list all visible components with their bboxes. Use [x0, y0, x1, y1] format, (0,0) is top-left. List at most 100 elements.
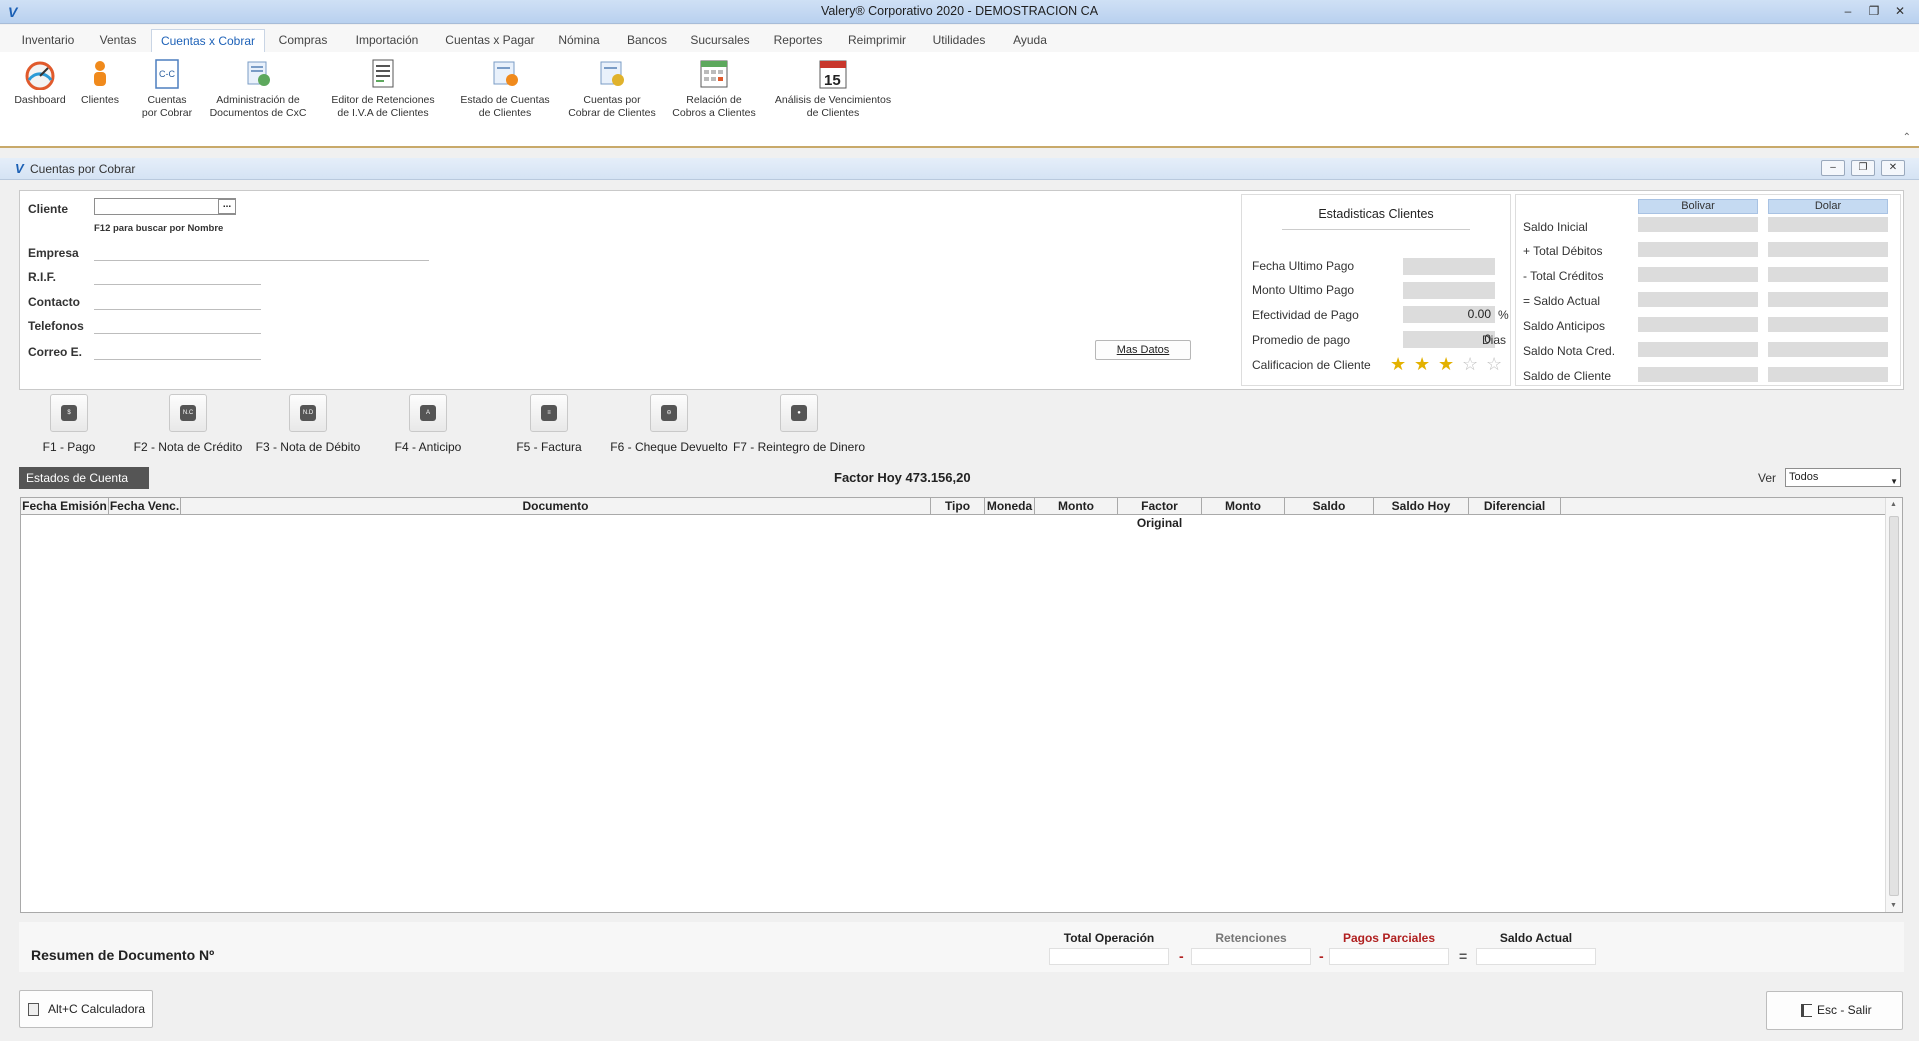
balance-row-label: Saldo Nota Cred.: [1523, 344, 1616, 358]
dolar-balance-cell: [1768, 242, 1888, 257]
column-header[interactable]: Fecha Venc.: [109, 498, 181, 515]
tab-ayuda[interactable]: Ayuda: [1004, 29, 1056, 52]
column-header[interactable]: Monto: [1202, 498, 1285, 515]
tab-nomina[interactable]: Nómina: [550, 29, 608, 52]
bolivar-balance-cell: [1638, 217, 1758, 232]
ver-select[interactable]: Todos ▼: [1785, 468, 1901, 487]
restore-icon[interactable]: ❐: [1851, 160, 1875, 176]
tab-estados-cuenta[interactable]: Estados de Cuenta: [19, 467, 149, 489]
svg-text:C-C: C-C: [159, 69, 175, 79]
tab-cuentas-x-pagar[interactable]: Cuentas x Pagar: [440, 29, 540, 52]
ribbon-cuentas-por-cobrar-button[interactable]: C-C Cuentas por Cobrar: [135, 58, 199, 120]
restore-icon[interactable]: ❐: [1863, 2, 1885, 20]
total-operacion-label: Total Operación: [1063, 931, 1155, 945]
client-search-button[interactable]: ...: [218, 199, 236, 214]
dolar-balance-cell: [1768, 317, 1888, 332]
child-window-bar: V Cuentas por Cobrar – ❐ ✕: [0, 158, 1919, 180]
monto-ultimo-pago-label: Monto Ultimo Pago: [1252, 283, 1355, 297]
column-header[interactable]: Saldo: [1285, 498, 1374, 515]
salir-button[interactable]: Esc - Salir: [1766, 991, 1903, 1030]
column-header[interactable]: Monto: [1035, 498, 1118, 515]
close-icon[interactable]: ✕: [1889, 2, 1911, 20]
function-label: F2 - Nota de Crédito: [133, 440, 243, 454]
factor-hoy: Factor Hoy 473.156,20: [834, 470, 971, 485]
ribbon-label: Relación de: [686, 94, 742, 106]
balance-row-label: + Total Débitos: [1523, 244, 1603, 258]
column-header[interactable]: Factor Original: [1118, 498, 1202, 530]
ribbon-analisis-vencimientos-button[interactable]: 15 Análisis de Vencimientos de Clientes: [770, 58, 896, 120]
column-header[interactable]: Moneda: [985, 498, 1035, 515]
column-header[interactable]: Tipo: [931, 498, 985, 515]
exit-door-icon: [1801, 1004, 1812, 1017]
tab-compras[interactable]: Compras: [272, 29, 334, 52]
tab-importacion[interactable]: Importación: [346, 29, 428, 52]
empresa-label: Empresa: [28, 246, 79, 260]
f5-factura-button[interactable]: ≡ F5 - Factura: [500, 394, 598, 454]
tab-reportes[interactable]: Reportes: [764, 29, 832, 52]
child-window-controls: – ❐ ✕: [1821, 160, 1905, 176]
ribbon-label: de I.V.A de Clientes: [337, 107, 429, 119]
f7-reintegro-button[interactable]: ● F7 - Reintegro de Dinero: [730, 394, 868, 454]
ribbon-collapse-icon[interactable]: ⌃: [1903, 132, 1911, 143]
ribbon-estado-cuentas-button[interactable]: Estado de Cuentas de Clientes: [455, 58, 555, 120]
tab-cuentas-x-cobrar[interactable]: Cuentas x Cobrar: [151, 29, 265, 52]
scroll-up-icon[interactable]: ▲: [1890, 501, 1897, 508]
ribbon-label: Administración de: [216, 94, 300, 106]
function-label: F4 - Anticipo: [394, 440, 462, 454]
bolivar-column-header: Bolivar: [1638, 199, 1758, 214]
f2-nota-credito-button[interactable]: N.C F2 - Nota de Crédito: [125, 394, 251, 454]
promedio-unit: Dias: [1482, 333, 1507, 347]
scroll-down-icon[interactable]: ▼: [1890, 902, 1897, 909]
column-header[interactable]: Fecha Emisión: [21, 498, 109, 515]
calculadora-button[interactable]: Alt+C Calculadora: [19, 990, 153, 1028]
tab-reimprimir[interactable]: Reimprimir: [842, 29, 912, 52]
f1-pago-button[interactable]: $ F1 - Pago: [30, 394, 108, 454]
tab-bancos[interactable]: Bancos: [618, 29, 676, 52]
menu-bar: Inventario Ventas Cuentas x Cobrar Compr…: [0, 25, 1919, 52]
grid-header: Fecha Emisión Fecha Venc. Documento Tipo…: [21, 498, 1885, 530]
calendar-15-icon: 15: [817, 58, 849, 90]
tab-sucursales[interactable]: Sucursales: [686, 29, 754, 52]
close-icon[interactable]: ✕: [1881, 160, 1905, 176]
bolivar-balance-cell: [1638, 267, 1758, 282]
ver-label: Ver: [1758, 471, 1777, 485]
chevron-down-icon: ▼: [1890, 477, 1898, 486]
ribbon-dashboard-button[interactable]: Dashboard: [10, 58, 70, 107]
ribbon-clientes-button[interactable]: Clientes: [75, 58, 125, 107]
scrollbar-thumb[interactable]: [1889, 516, 1899, 896]
telefonos-field: [94, 318, 261, 334]
ribbon-relacion-cobros-button[interactable]: Relación de Cobros a Clientes: [668, 58, 760, 120]
statement-grid[interactable]: Fecha Emisión Fecha Venc. Documento Tipo…: [20, 497, 1903, 913]
f6-cheque-devuelto-button[interactable]: ⊖ F6 - Cheque Devuelto: [602, 394, 736, 454]
column-header[interactable]: Saldo Hoy: [1374, 498, 1469, 515]
advance-icon: A: [409, 394, 447, 432]
balance-row-label: Saldo Anticipos: [1523, 319, 1606, 333]
f4-anticipo-button[interactable]: A F4 - Anticipo: [378, 394, 478, 454]
f3-nota-debito-button[interactable]: N.D F3 - Nota de Débito: [245, 394, 371, 454]
grid-vertical-scrollbar[interactable]: ▲ ▼: [1885, 498, 1902, 912]
tab-utilidades[interactable]: Utilidades: [924, 29, 994, 52]
minimize-icon[interactable]: –: [1837, 2, 1859, 20]
client-stats-box: Estadisticas Clientes Fecha Ultimo Pago …: [1241, 194, 1511, 386]
dolar-column-header: Dolar: [1768, 199, 1888, 214]
cliente-input[interactable]: [94, 198, 236, 215]
ribbon-editor-retenciones-button[interactable]: Editor de Retenciones de I.V.A de Client…: [325, 58, 441, 120]
account-statement-icon: [489, 58, 521, 90]
calificacion-label: Calificacion de Cliente: [1252, 358, 1371, 372]
ribbon-label: Cobrar de Clientes: [568, 107, 656, 119]
column-header[interactable]: Diferencial: [1469, 498, 1561, 515]
telefonos-label: Telefonos: [28, 319, 84, 333]
ribbon-label: Clientes: [81, 94, 119, 106]
tab-inventario[interactable]: Inventario: [14, 29, 82, 52]
dolar-balance-cell: [1768, 217, 1888, 232]
debit-note-icon: N.D: [289, 394, 327, 432]
svg-text:15: 15: [824, 72, 841, 89]
column-header[interactable]: Documento: [181, 498, 931, 515]
balance-row-label: - Total Créditos: [1523, 269, 1604, 283]
tab-ventas[interactable]: Ventas: [92, 29, 144, 52]
ribbon-admin-documentos-button[interactable]: Administración de Documentos de CxC: [205, 58, 311, 120]
total-operacion-field: [1049, 948, 1169, 965]
ribbon-cuentas-cobrar-clientes-button[interactable]: Cuentas por Cobrar de Clientes: [562, 58, 662, 120]
minimize-icon[interactable]: –: [1821, 160, 1845, 176]
mas-datos-button[interactable]: Mas Datos: [1095, 340, 1191, 360]
